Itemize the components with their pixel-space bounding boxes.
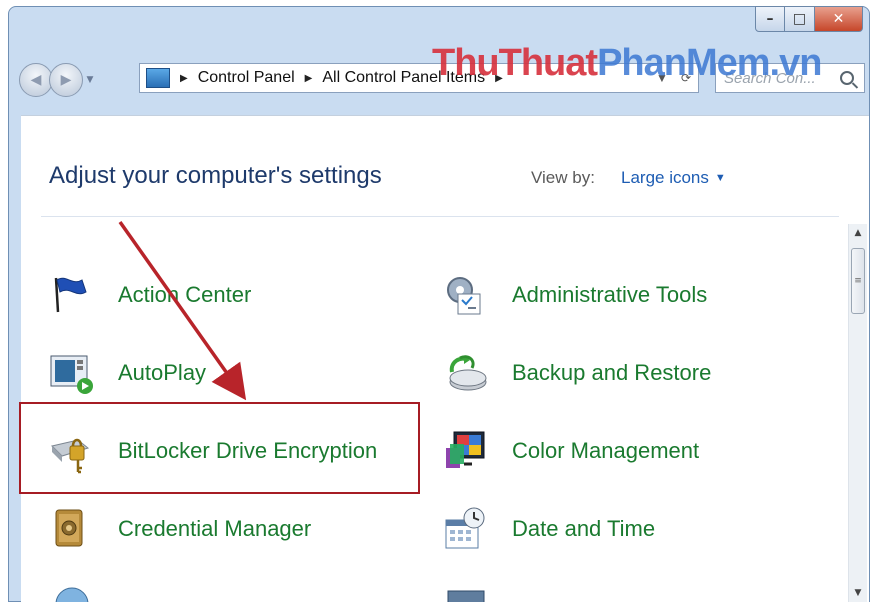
list-item-administrative-tools[interactable]: Administrative Tools bbox=[442, 270, 707, 320]
divider bbox=[41, 216, 839, 217]
close-button[interactable]: ✕ bbox=[815, 6, 863, 32]
page-title: Adjust your computer's settings bbox=[49, 162, 382, 189]
list-item-action-center[interactable]: Action Center bbox=[48, 270, 251, 320]
control-panel-icon bbox=[146, 68, 170, 88]
recent-pages-dropdown[interactable]: ▼ bbox=[83, 75, 97, 85]
list-item-backup-restore[interactable]: Backup and Restore bbox=[442, 348, 711, 398]
forward-arrow-icon: ▶ bbox=[60, 72, 72, 88]
admin-tools-icon bbox=[442, 272, 488, 318]
scroll-down-icon[interactable]: ▼ bbox=[849, 584, 867, 602]
autoplay-icon bbox=[48, 350, 94, 396]
item-label: Date and Time bbox=[512, 516, 656, 541]
minimize-button[interactable]: – bbox=[755, 6, 785, 32]
backup-icon bbox=[442, 350, 488, 396]
highlight-box bbox=[19, 402, 420, 494]
window-controls: – □ ✕ bbox=[755, 6, 863, 32]
scrollbar-thumb[interactable]: ≡ bbox=[851, 248, 865, 314]
search-icon[interactable] bbox=[840, 71, 854, 85]
chevron-down-icon: ▼ bbox=[714, 172, 726, 184]
color-management-icon bbox=[442, 428, 488, 474]
breadcrumb-control-panel[interactable]: Control Panel bbox=[198, 69, 295, 87]
back-arrow-icon: ◀ bbox=[30, 72, 42, 88]
list-item-color-management[interactable]: Color Management bbox=[442, 426, 699, 476]
forward-button[interactable]: ▶ bbox=[49, 63, 83, 97]
back-button[interactable]: ◀ bbox=[19, 63, 53, 97]
partial-item-icon bbox=[52, 584, 92, 602]
item-label: Action Center bbox=[118, 282, 252, 307]
list-item-date-time[interactable]: Date and Time bbox=[442, 504, 655, 554]
date-time-icon bbox=[442, 506, 488, 552]
list-item-credential-manager[interactable]: Credential Manager bbox=[48, 504, 311, 554]
vertical-scrollbar[interactable]: ▲ ≡ ▼ bbox=[848, 224, 867, 602]
chevron-down-icon: ▼ bbox=[86, 75, 94, 85]
flag-icon bbox=[48, 272, 94, 318]
list-item-autoplay[interactable]: AutoPlay bbox=[48, 348, 206, 398]
partial-item-icon bbox=[446, 588, 486, 602]
credential-manager-icon bbox=[48, 506, 94, 552]
view-by-label: View by: bbox=[531, 168, 595, 187]
breadcrumb-separator-icon: ▶ bbox=[304, 72, 313, 84]
scroll-up-icon[interactable]: ▲ bbox=[849, 224, 867, 242]
item-label: Administrative Tools bbox=[512, 282, 708, 307]
item-label: AutoPlay bbox=[118, 360, 207, 385]
item-label: Backup and Restore bbox=[512, 360, 712, 385]
watermark: ThuThuatPhanMem.vn bbox=[432, 42, 822, 84]
view-by-value: Large icons bbox=[621, 168, 709, 187]
view-by-dropdown[interactable]: Large icons ▼ bbox=[621, 168, 726, 188]
item-label: Credential Manager bbox=[118, 516, 312, 541]
breadcrumb-separator-icon: ▶ bbox=[180, 72, 188, 84]
item-label: Color Management bbox=[512, 438, 700, 463]
maximize-button[interactable]: □ bbox=[785, 6, 815, 32]
